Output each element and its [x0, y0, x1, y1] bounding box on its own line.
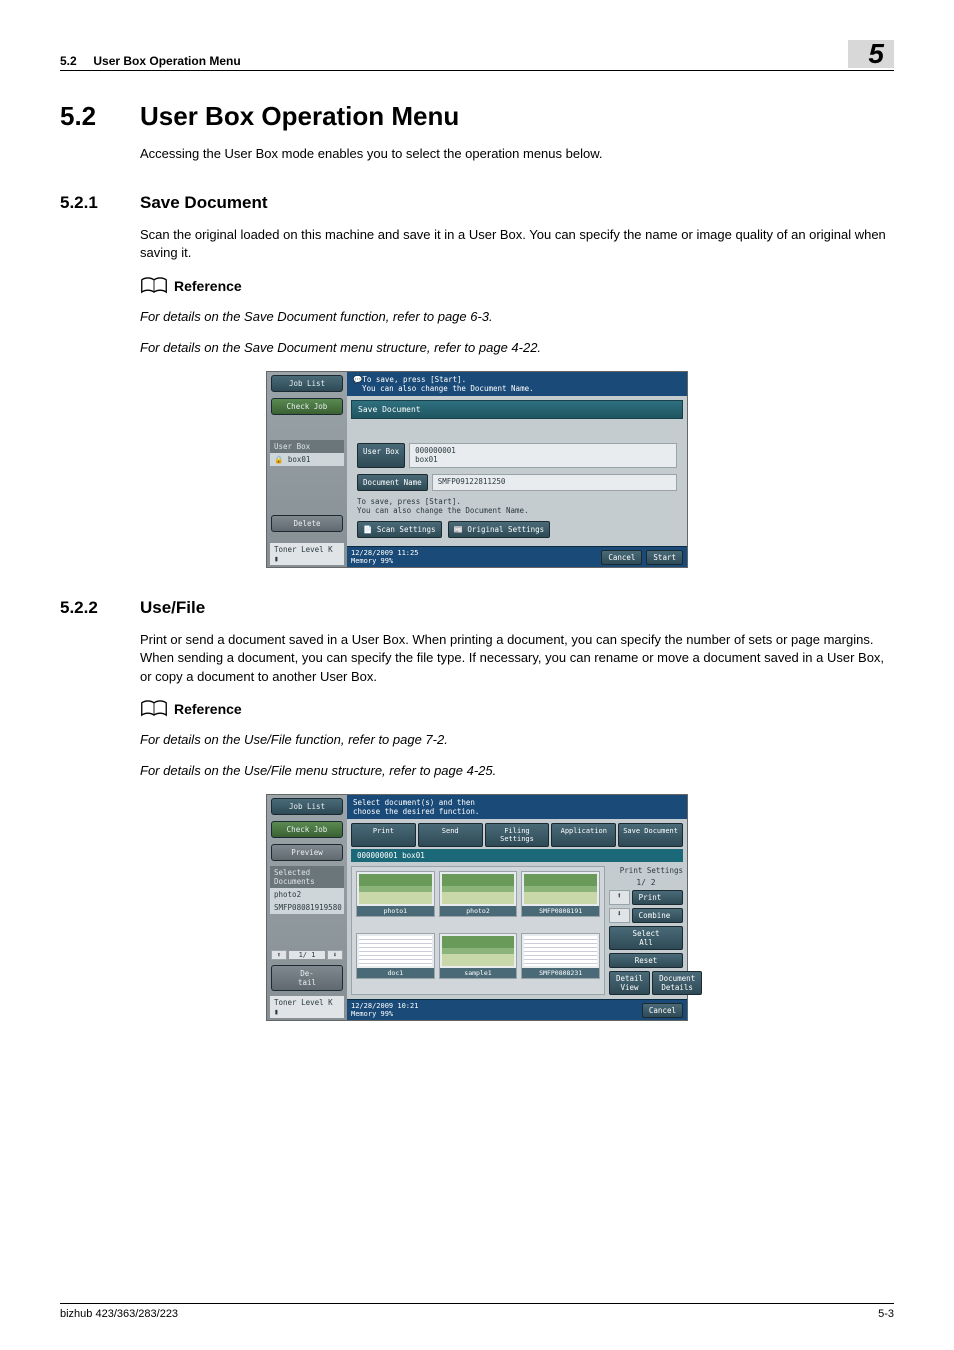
- reference-1-line-1: For details on the Save Document functio…: [140, 308, 894, 326]
- subsection-number: 5.2.2: [60, 598, 140, 618]
- subsection-5-2-1-heading: 5.2.1 Save Document: [60, 193, 894, 213]
- section-number: 5.2: [60, 101, 140, 132]
- document-details-button[interactable]: Document Details: [652, 971, 702, 995]
- section-title-text: User Box Operation Menu: [140, 101, 459, 132]
- footer-page-number: 5-3: [878, 1308, 894, 1320]
- subsection-5-2-2-text: Print or send a document saved in a User…: [140, 631, 894, 686]
- save-document-screenshot: Job List Check Job User Box 🔒 box01 Dele…: [266, 371, 688, 568]
- document-name-field-value: SMFP09122811250: [432, 474, 677, 491]
- toner-level-indicator: Toner Level K ▮: [270, 543, 344, 565]
- cancel-button[interactable]: Cancel: [601, 550, 642, 565]
- section-5-2-heading: 5.2 User Box Operation Menu: [60, 101, 894, 132]
- reference-2-line-2: For details on the Use/File menu structu…: [140, 762, 894, 780]
- use-file-screenshot: Job List Check Job Preview Selected Docu…: [266, 794, 688, 1021]
- tab-save-document[interactable]: Save Document: [618, 823, 683, 847]
- user-box-sidebar-label: User Box: [270, 440, 344, 453]
- job-list-button[interactable]: Job List: [271, 798, 343, 815]
- datetime-label: 12/28/2009 11:25: [351, 549, 418, 557]
- left-pager: ⬆ 1/ 1 ⬇: [271, 950, 343, 960]
- book-icon: [140, 700, 168, 718]
- save-note: To save, press [Start]. You can also cha…: [357, 497, 677, 515]
- print-settings-label: Print Settings: [609, 866, 683, 875]
- selected-doc-2: SMFP08081919580: [270, 901, 344, 914]
- toner-level-indicator: Toner Level K ▮: [270, 996, 344, 1018]
- pager-up-button[interactable]: ⬆: [271, 950, 287, 960]
- detail-view-button[interactable]: Detail View: [609, 971, 650, 995]
- header-section-no: 5.2: [60, 54, 77, 68]
- delete-button[interactable]: Delete: [271, 515, 343, 532]
- memory-label: Memory 99%: [351, 557, 418, 565]
- thumb-page-up-button[interactable]: ⬆: [609, 890, 630, 905]
- check-job-button[interactable]: Check Job: [271, 821, 343, 838]
- status-bar: 12/28/2009 10:21 Memory 99% Cancel: [347, 999, 687, 1020]
- selected-documents-label: Selected Documents: [270, 866, 344, 888]
- detail-button[interactable]: De- tail: [271, 965, 343, 991]
- function-tabs: Print Send Filing Settings Application S…: [351, 823, 683, 847]
- subsection-number: 5.2.1: [60, 193, 140, 213]
- reference-heading-2: Reference: [140, 700, 894, 718]
- user-box-field-value: 000000001 box01: [409, 443, 677, 468]
- running-header: 5.2 User Box Operation Menu 5: [60, 40, 894, 71]
- selected-doc-1: photo2: [270, 888, 344, 901]
- book-icon: [140, 277, 168, 295]
- scan-settings-button[interactable]: 📄 Scan Settings: [357, 521, 442, 538]
- tab-print[interactable]: Print: [351, 823, 416, 847]
- subsection-5-2-2-heading: 5.2.2 Use/File: [60, 598, 894, 618]
- preview-button[interactable]: Preview: [271, 844, 343, 861]
- hint-bar: Select document(s) and then choose the d…: [347, 795, 687, 819]
- thumb-smfp0808191[interactable]: SMFP0808191: [521, 871, 600, 917]
- hint-bar: 💬To save, press [Start]. You can also ch…: [347, 372, 687, 396]
- thumb-photo2[interactable]: photo2: [439, 871, 518, 917]
- check-job-button[interactable]: Check Job: [271, 398, 343, 415]
- chapter-number: 5: [848, 40, 894, 68]
- reference-label: Reference: [174, 701, 242, 717]
- reference-label: Reference: [174, 278, 242, 294]
- tab-filing-settings[interactable]: Filing Settings: [485, 823, 550, 847]
- status-bar: 12/28/2009 11:25 Memory 99% Cancel Start: [347, 546, 687, 567]
- original-settings-button[interactable]: 📰 Original Settings: [448, 521, 551, 538]
- tab-application[interactable]: Application: [551, 823, 616, 847]
- page-footer: bizhub 423/363/283/223 5-3: [60, 1303, 894, 1320]
- start-button[interactable]: Start: [646, 550, 683, 565]
- pager-down-button[interactable]: ⬇: [327, 950, 343, 960]
- datetime-label: 12/28/2009 10:21: [351, 1002, 418, 1010]
- footer-model: bizhub 423/363/283/223: [60, 1308, 178, 1320]
- select-all-button[interactable]: Select All: [609, 926, 683, 950]
- reference-2-line-1: For details on the Use/File function, re…: [140, 731, 894, 749]
- thumb-page-down-button[interactable]: ⬇: [609, 908, 630, 923]
- tab-send[interactable]: Send: [418, 823, 483, 847]
- subsection-title-text: Save Document: [140, 193, 268, 213]
- reset-button[interactable]: Reset: [609, 953, 683, 968]
- panel-title: Save Document: [351, 400, 683, 419]
- reference-1-line-2: For details on the Save Document menu st…: [140, 339, 894, 357]
- thumb-photo1[interactable]: photo1: [356, 871, 435, 917]
- user-box-sidebar-item[interactable]: 🔒 box01: [270, 453, 344, 466]
- thumbnail-grid: photo1 photo2 SMFP0808191 doc1 sample1 S…: [351, 866, 605, 995]
- subsection-title-text: Use/File: [140, 598, 205, 618]
- box-breadcrumb: 000000001 box01: [351, 849, 683, 862]
- combine-button[interactable]: Combine: [632, 908, 683, 923]
- print-button[interactable]: Print: [632, 890, 683, 905]
- thumb-smfp0808231[interactable]: SMFP0808231: [521, 933, 600, 979]
- memory-label: Memory 99%: [351, 1010, 418, 1018]
- right-pager-label: 1/ 2: [609, 878, 683, 887]
- section-5-2-intro: Accessing the User Box mode enables you …: [140, 145, 894, 163]
- reference-heading-1: Reference: [140, 277, 894, 295]
- subsection-5-2-1-text: Scan the original loaded on this machine…: [140, 226, 894, 262]
- cancel-button[interactable]: Cancel: [642, 1003, 683, 1018]
- document-name-field-label[interactable]: Document Name: [357, 474, 428, 491]
- thumb-doc1[interactable]: doc1: [356, 933, 435, 979]
- job-list-button[interactable]: Job List: [271, 375, 343, 392]
- user-box-field-label[interactable]: User Box: [357, 443, 405, 468]
- header-section-name: User Box Operation Menu: [93, 54, 240, 68]
- thumb-sample1[interactable]: sample1: [439, 933, 518, 979]
